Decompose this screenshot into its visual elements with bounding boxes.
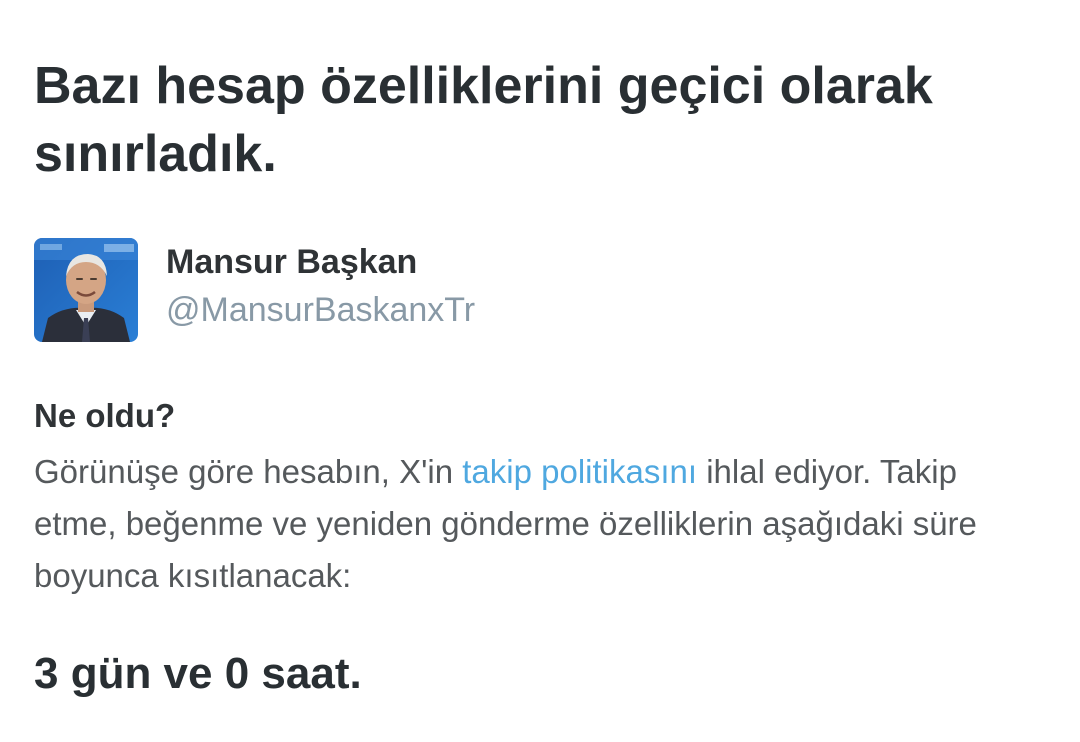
restriction-duration: 3 gün ve 0 saat.: [34, 649, 362, 698]
follow-policy-link[interactable]: takip politikasını: [462, 453, 697, 490]
display-name[interactable]: Mansur Başkan: [166, 240, 417, 284]
page-title: Bazı hesap özelliklerini geçici olarak s…: [34, 57, 933, 183]
profile-photo-icon: [34, 238, 138, 342]
section-heading: Ne oldu?: [34, 397, 176, 434]
account-handle[interactable]: @MansurBaskanxTr: [166, 288, 475, 332]
violation-description: Görünüşe göre hesabın, X'in takip politi…: [34, 446, 1044, 602]
description-text-start: Görünüşe göre hesabın, X'in: [34, 453, 463, 490]
avatar[interactable]: [34, 238, 138, 342]
account-card[interactable]: Mansur Başkan @MansurBaskanxTr: [34, 238, 934, 344]
